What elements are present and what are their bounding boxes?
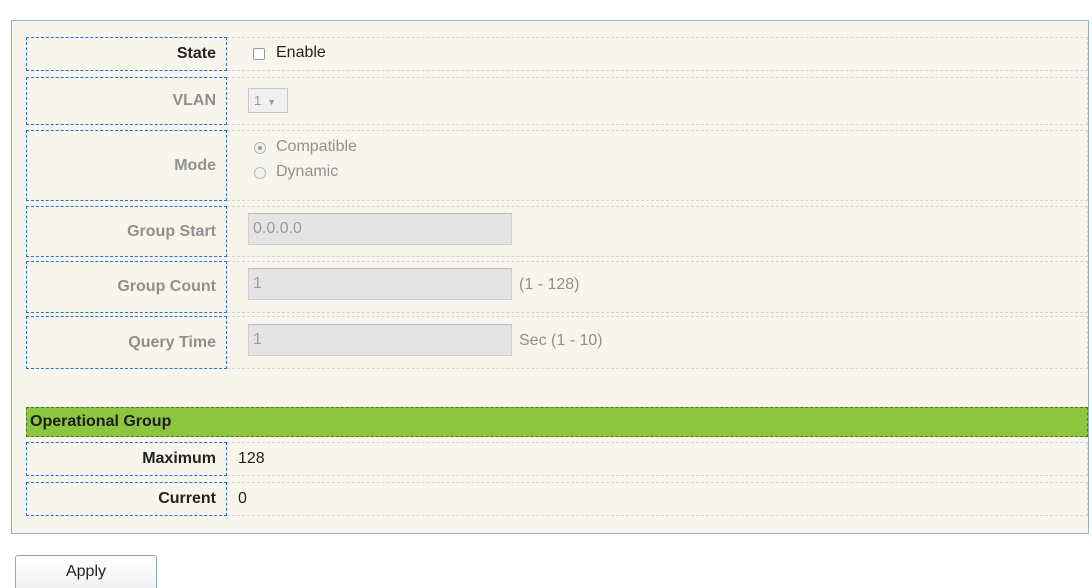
state-label: State [26,37,227,71]
group-count-input[interactable]: 1 [248,268,512,300]
group-start-input[interactable]: 0.0.0.0 [248,213,512,245]
mode-compatible-radio[interactable] [254,142,266,154]
mode-row: Mode Compatible Dynamic [12,130,1088,201]
query-time-label: Query Time [26,316,227,369]
state-enable-label[interactable]: Enable [276,44,326,62]
state-field [227,37,1088,71]
state-enable-checkbox[interactable] [253,48,265,60]
apply-button[interactable]: Apply [15,555,157,588]
group-count-range-hint: (1 - 128) [519,276,580,293]
group-count-label: Group Count [26,261,227,313]
current-field [227,482,1088,516]
mode-dynamic-label[interactable]: Dynamic [276,163,338,181]
vlan-field [227,77,1088,125]
settings-panel: State Enable VLAN 1 ▼ Mode Compatible Dyn… [11,20,1089,534]
group-count-row: Group Count 1 (1 - 128) [12,261,1088,313]
chevron-down-icon: ▼ [267,97,277,107]
query-time-range-hint: Sec (1 - 10) [519,332,603,349]
mode-dynamic-radio[interactable] [254,167,266,179]
group-start-label: Group Start [26,206,227,257]
query-time-row: Query Time 1 Sec (1 - 10) [12,316,1088,369]
vlan-label: VLAN [26,77,227,125]
current-row: Current 0 [12,482,1088,516]
vlan-row: VLAN 1 ▼ [12,77,1088,125]
maximum-row: Maximum 128 [12,442,1088,476]
mode-label: Mode [26,130,227,201]
operational-group-header: Operational Group [26,407,1088,437]
vlan-select-value: 1 [254,93,262,108]
maximum-field [227,442,1088,476]
query-time-input[interactable]: 1 [248,324,512,356]
current-value: 0 [238,490,247,507]
maximum-value: 128 [238,450,265,467]
state-row: State Enable [12,37,1088,71]
group-start-row: Group Start 0.0.0.0 [12,206,1088,257]
mode-compatible-label[interactable]: Compatible [276,138,357,156]
maximum-label: Maximum [26,442,227,476]
vlan-select[interactable]: 1 ▼ [248,88,288,113]
current-label: Current [26,482,227,516]
